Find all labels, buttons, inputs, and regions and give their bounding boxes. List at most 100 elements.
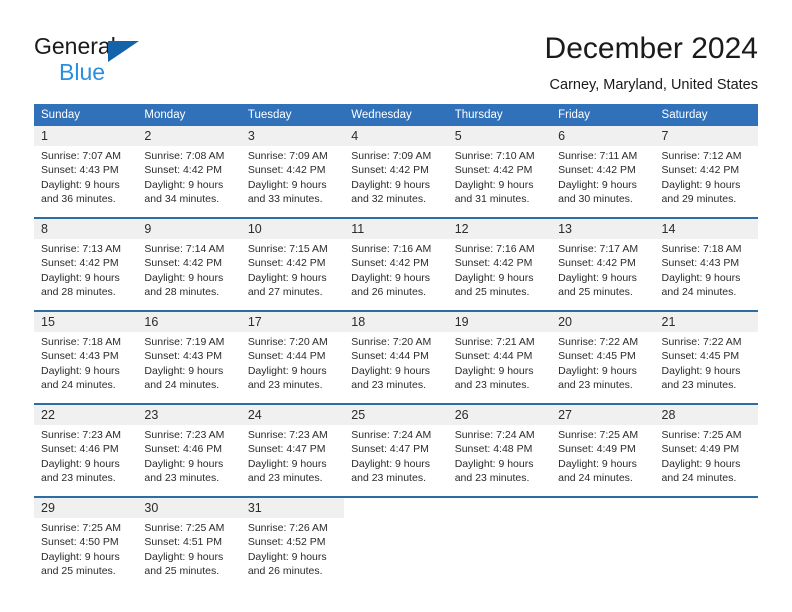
day-number[interactable]: 3 <box>240 126 345 146</box>
day-cell-empty <box>447 518 552 589</box>
day-cell[interactable]: Sunrise: 7:17 AM Sunset: 4:42 PM Dayligh… <box>551 239 655 311</box>
day-number[interactable]: 24 <box>240 403 345 425</box>
day-cell[interactable]: Sunrise: 7:20 AM Sunset: 4:44 PM Dayligh… <box>344 332 448 404</box>
day-cell[interactable]: Sunrise: 7:25 AM Sunset: 4:49 PM Dayligh… <box>654 425 758 497</box>
page-header: General Blue December 2024 Carney, Maryl… <box>34 30 758 98</box>
sunrise-text: Sunrise: 7:20 AM <box>247 336 328 348</box>
sunrise-text: Sunrise: 7:21 AM <box>454 336 535 348</box>
day-number[interactable]: 29 <box>34 496 138 518</box>
daylight-text-line1: Daylight: 9 hours <box>41 550 120 563</box>
day-cell[interactable]: Sunrise: 7:21 AM Sunset: 4:44 PM Dayligh… <box>447 332 552 404</box>
day-cell[interactable]: Sunrise: 7:24 AM Sunset: 4:48 PM Dayligh… <box>447 425 552 497</box>
day-cell[interactable]: Sunrise: 7:11 AM Sunset: 4:42 PM Dayligh… <box>551 146 655 218</box>
day-cell[interactable]: Sunrise: 7:23 AM Sunset: 4:47 PM Dayligh… <box>240 425 345 497</box>
day-number[interactable]: 27 <box>551 403 655 425</box>
daylight-text-line1: Daylight: 9 hours <box>247 178 327 191</box>
day-cell[interactable]: Sunrise: 7:16 AM Sunset: 4:42 PM Dayligh… <box>447 239 552 311</box>
day-number[interactable]: 12 <box>447 217 552 239</box>
sunset-text: Sunset: 4:42 PM <box>454 164 533 177</box>
day-number[interactable]: 5 <box>447 126 552 146</box>
day-cell[interactable]: Sunrise: 7:25 AM Sunset: 4:50 PM Dayligh… <box>34 518 138 589</box>
day-number[interactable]: 2 <box>137 126 241 146</box>
sunrise-text: Sunrise: 7:23 AM <box>41 429 121 441</box>
day-number[interactable]: 21 <box>654 310 758 332</box>
sunset-text: Sunset: 4:46 PM <box>41 443 119 456</box>
day-cell[interactable]: Sunrise: 7:10 AM Sunset: 4:42 PM Dayligh… <box>447 146 552 218</box>
day-cell[interactable]: Sunrise: 7:20 AM Sunset: 4:44 PM Dayligh… <box>240 332 345 404</box>
sunrise-text: Sunrise: 7:23 AM <box>247 429 328 441</box>
day-number[interactable]: 31 <box>240 496 345 518</box>
day-cell-empty <box>344 518 448 589</box>
daylight-text-line2: and 25 minutes. <box>558 286 633 299</box>
day-cell[interactable]: Sunrise: 7:26 AM Sunset: 4:52 PM Dayligh… <box>240 518 345 589</box>
day-cell[interactable]: Sunrise: 7:14 AM Sunset: 4:42 PM Dayligh… <box>137 239 241 311</box>
day-cell[interactable]: Sunrise: 7:09 AM Sunset: 4:42 PM Dayligh… <box>344 146 448 218</box>
day-number[interactable]: 14 <box>654 217 758 239</box>
daylight-text-line2: and 23 minutes. <box>558 379 633 392</box>
day-number[interactable]: 11 <box>344 217 448 239</box>
day-cell[interactable]: Sunrise: 7:24 AM Sunset: 4:47 PM Dayligh… <box>344 425 448 497</box>
day-cell[interactable]: Sunrise: 7:15 AM Sunset: 4:42 PM Dayligh… <box>240 239 345 311</box>
day-cell[interactable]: Sunrise: 7:07 AM Sunset: 4:43 PM Dayligh… <box>34 146 138 218</box>
day-number[interactable]: 20 <box>551 310 655 332</box>
day-number[interactable]: 13 <box>551 217 655 239</box>
day-cell[interactable]: Sunrise: 7:22 AM Sunset: 4:45 PM Dayligh… <box>551 332 655 404</box>
day-number[interactable]: 9 <box>137 217 241 239</box>
day-number[interactable]: 15 <box>34 310 138 332</box>
sunset-text: Sunset: 4:45 PM <box>661 350 740 363</box>
sunset-text: Sunset: 4:42 PM <box>558 164 636 177</box>
daylight-text-line1: Daylight: 9 hours <box>351 178 431 191</box>
day-cell[interactable]: Sunrise: 7:09 AM Sunset: 4:42 PM Dayligh… <box>240 146 345 218</box>
day-cell[interactable]: Sunrise: 7:25 AM Sunset: 4:51 PM Dayligh… <box>137 518 241 589</box>
day-cell[interactable]: Sunrise: 7:12 AM Sunset: 4:42 PM Dayligh… <box>654 146 758 218</box>
sunrise-text: Sunrise: 7:25 AM <box>144 522 225 534</box>
day-number[interactable]: 23 <box>137 403 241 425</box>
day-cell[interactable]: Sunrise: 7:18 AM Sunset: 4:43 PM Dayligh… <box>34 332 138 404</box>
day-cell[interactable]: Sunrise: 7:23 AM Sunset: 4:46 PM Dayligh… <box>34 425 138 497</box>
daylight-text-line1: Daylight: 9 hours <box>144 550 224 563</box>
day-cell[interactable]: Sunrise: 7:13 AM Sunset: 4:42 PM Dayligh… <box>34 239 138 311</box>
day-number[interactable]: 30 <box>137 496 241 518</box>
day-number[interactable]: 1 <box>34 126 138 146</box>
daylight-text-line1: Daylight: 9 hours <box>247 271 327 284</box>
sunset-text: Sunset: 4:44 PM <box>247 350 326 363</box>
day-number[interactable]: 7 <box>654 126 758 146</box>
daylight-text-line1: Daylight: 9 hours <box>144 178 224 191</box>
daylight-text-line2: and 32 minutes. <box>351 193 426 206</box>
day-number[interactable]: 6 <box>551 126 655 146</box>
sunset-text: Sunset: 4:42 PM <box>247 257 326 270</box>
daylight-text-line1: Daylight: 9 hours <box>454 364 534 377</box>
day-cell[interactable]: Sunrise: 7:08 AM Sunset: 4:42 PM Dayligh… <box>137 146 241 218</box>
triangle-flag-icon <box>108 41 139 62</box>
sunrise-text: Sunrise: 7:24 AM <box>454 429 535 441</box>
day-number-row: 8 9 10 11 12 13 14 <box>34 217 758 239</box>
day-cell[interactable]: Sunrise: 7:22 AM Sunset: 4:45 PM Dayligh… <box>654 332 758 404</box>
day-number[interactable]: 8 <box>34 217 138 239</box>
day-number[interactable]: 25 <box>344 403 448 425</box>
day-cell[interactable]: Sunrise: 7:25 AM Sunset: 4:49 PM Dayligh… <box>551 425 655 497</box>
sunrise-text: Sunrise: 7:07 AM <box>41 150 121 162</box>
daylight-text-line2: and 23 minutes. <box>661 379 737 392</box>
day-number[interactable]: 17 <box>240 310 345 332</box>
day-number[interactable]: 10 <box>240 217 345 239</box>
day-cell[interactable]: Sunrise: 7:18 AM Sunset: 4:43 PM Dayligh… <box>654 239 758 311</box>
daylight-text-line1: Daylight: 9 hours <box>144 364 224 377</box>
day-number-row: 15 16 17 18 19 20 21 <box>34 310 758 332</box>
day-cell[interactable]: Sunrise: 7:23 AM Sunset: 4:46 PM Dayligh… <box>137 425 241 497</box>
daylight-text-line1: Daylight: 9 hours <box>144 271 224 284</box>
day-number[interactable]: 26 <box>447 403 552 425</box>
sunrise-text: Sunrise: 7:08 AM <box>144 150 225 162</box>
sunrise-text: Sunrise: 7:23 AM <box>144 429 225 441</box>
day-number[interactable]: 19 <box>447 310 552 332</box>
day-number[interactable]: 22 <box>34 403 138 425</box>
sunset-text: Sunset: 4:42 PM <box>144 164 223 177</box>
day-cell[interactable]: Sunrise: 7:19 AM Sunset: 4:43 PM Dayligh… <box>137 332 241 404</box>
daylight-text-line2: and 24 minutes. <box>558 472 633 485</box>
day-number[interactable]: 16 <box>137 310 241 332</box>
day-number[interactable]: 28 <box>654 403 758 425</box>
daylight-text-line2: and 28 minutes. <box>41 286 116 299</box>
day-cell[interactable]: Sunrise: 7:16 AM Sunset: 4:42 PM Dayligh… <box>344 239 448 311</box>
sunrise-text: Sunrise: 7:25 AM <box>661 429 742 441</box>
day-number[interactable]: 18 <box>344 310 448 332</box>
day-number[interactable]: 4 <box>344 126 448 146</box>
